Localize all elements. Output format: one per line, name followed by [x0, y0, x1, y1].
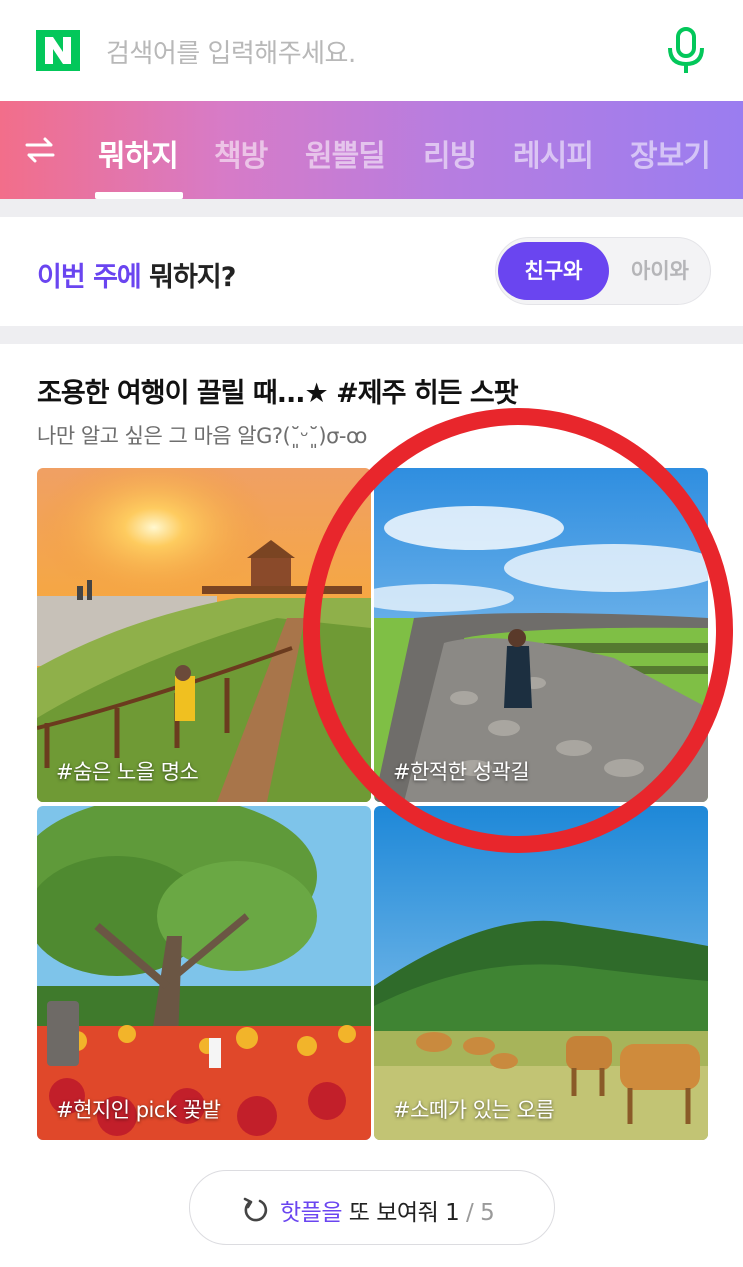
- search-input[interactable]: 검색어를 입력해주세요.: [106, 33, 356, 70]
- active-tab-indicator: [95, 192, 183, 199]
- week-title-rest: 뭐하지?: [149, 262, 236, 293]
- microphone-icon[interactable]: [664, 26, 708, 76]
- week-title: 이번 주에 뭐하지?: [37, 255, 236, 294]
- photo-card-flower-field[interactable]: #현지인 pick 꽃밭: [37, 806, 371, 1140]
- week-title-accent: 이번 주에: [37, 262, 142, 293]
- flower-field-photo: [37, 806, 371, 1140]
- tab-recipe[interactable]: 레시피: [513, 131, 594, 175]
- section-divider: [0, 326, 743, 344]
- photo-label: #현지인 pick 꽃밭: [56, 1098, 221, 1122]
- tab-living[interactable]: 리빙: [423, 131, 477, 175]
- photo-card-stone-wall[interactable]: #한적한 성곽길: [374, 468, 708, 802]
- search-bar[interactable]: 검색어를 입력해주세요.: [0, 0, 743, 101]
- tab-what-to-do[interactable]: 뭐하지: [98, 131, 179, 175]
- with-friends-toggle[interactable]: 친구와: [498, 242, 609, 300]
- photo-card-cattle-oreum[interactable]: #소떼가 있는 오름: [374, 806, 708, 1140]
- sunset-pavilion-photo: [37, 468, 371, 802]
- show-more-button[interactable]: 핫플을 또 보여줘 1 / 5: [189, 1170, 555, 1245]
- stone-wall-path-photo: [374, 468, 708, 802]
- section-divider: [0, 199, 743, 217]
- category-nav: 뭐하지 책방 원쁠딜 리빙 레시피 장보기: [0, 101, 743, 199]
- companion-toggle: 친구와 아이와: [495, 237, 711, 305]
- photo-label: #숨은 노을 명소: [56, 760, 199, 784]
- photo-label: #한적한 성곽길: [393, 760, 530, 784]
- photo-label: #소떼가 있는 오름: [393, 1098, 555, 1122]
- feature-title: 조용한 여행이 끌릴 때...★ #제주 히든 스팟: [37, 378, 519, 409]
- photo-card-sunset[interactable]: #숨은 노을 명소: [37, 468, 371, 802]
- total-pages: / 5: [459, 1200, 495, 1226]
- refresh-icon: [243, 1197, 268, 1222]
- tab-one-plus-deal[interactable]: 원쁠딜: [305, 131, 386, 175]
- hotplace-keyword: 핫플을: [280, 1200, 342, 1226]
- naver-logo[interactable]: [36, 30, 80, 71]
- current-page: 1: [445, 1200, 460, 1226]
- feature-subtitle: 나만 알고 싶은 그 마음 알G?(˘͈ᵕ˘͈)σ-ꝏ: [37, 424, 367, 448]
- tab-bookstore[interactable]: 책방: [214, 131, 268, 175]
- tab-groceries[interactable]: 장보기: [630, 131, 711, 175]
- with-kids-toggle[interactable]: 아이와: [614, 242, 706, 300]
- week-section: 이번 주에 뭐하지? 친구와 아이와: [0, 217, 743, 326]
- swap-arrows-icon[interactable]: [24, 135, 56, 165]
- show-more-label: 핫플을 또 보여줘 1 / 5: [280, 1193, 495, 1227]
- show-more-text: 또 보여줘: [341, 1200, 446, 1226]
- cattle-oreum-photo: [374, 806, 708, 1140]
